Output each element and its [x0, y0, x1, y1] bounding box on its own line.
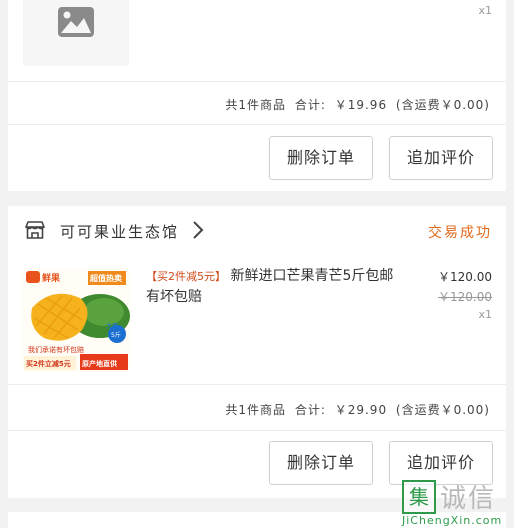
- summary-total-label: 合计:: [294, 403, 326, 417]
- divider: [8, 430, 506, 431]
- product-title[interactable]: 【买2件减5元】 新鲜进口芒果青芒5斤包邮 有坏包赔: [146, 266, 408, 308]
- item-quantity: x1: [478, 308, 492, 321]
- shop-name[interactable]: 可可果业生态馆: [60, 221, 179, 242]
- chevron-right-icon: [193, 221, 204, 239]
- bottom-right-text: 原产地直供: [82, 359, 117, 368]
- shop-header[interactable]: 可可果业生态馆 交易成功: [8, 206, 506, 256]
- order-card-1: x1 共1件商品 合计: ￥19.96 (含运费￥0.00) 删除订单 追加评价: [8, 0, 506, 191]
- image-placeholder-icon: [58, 7, 94, 37]
- weight-text: 5斤: [111, 331, 121, 339]
- product-thumbnail-placeholder[interactable]: [23, 0, 129, 66]
- summary-total: ￥29.90: [334, 403, 388, 417]
- summary-total: ￥19.96: [334, 98, 388, 112]
- product-original-price: ￥120.00: [438, 290, 492, 304]
- product-title-tag: 【买2件减5元】: [146, 270, 226, 283]
- bottom-left-text: 买2件立减5元: [26, 359, 71, 368]
- delete-order-button[interactable]: 删除订单: [269, 136, 373, 180]
- mango-product-image: 鲜果 超值热卖 5斤 大果 我们承诺有坏包赔 买2件立减5元 原产地直供: [22, 268, 130, 372]
- divider: [8, 81, 506, 82]
- item-quantity: x1: [478, 4, 492, 17]
- size-text: 大果: [106, 322, 118, 330]
- summary-shipping: (含运费￥0.00): [395, 98, 490, 112]
- store-icon: [25, 221, 45, 239]
- divider: [8, 124, 506, 125]
- divider: [8, 384, 506, 385]
- order-summary: 共1件商品 合计: ￥19.96 (含运费￥0.00): [221, 96, 490, 113]
- brand-text: 鲜果: [42, 272, 61, 284]
- product-price: ￥120.00: [438, 270, 492, 284]
- caption-text: 我们承诺有坏包赔: [28, 345, 84, 354]
- order-card-2: 可可果业生态馆 交易成功 鲜果 超值热卖 5斤 大果 我们承诺有坏包赔 买2件立…: [8, 206, 506, 498]
- product-thumbnail[interactable]: 鲜果 超值热卖 5斤 大果 我们承诺有坏包赔 买2件立减5元 原产地直供: [22, 268, 130, 372]
- add-review-button[interactable]: 追加评价: [389, 136, 493, 180]
- promo-top-text: 超值热卖: [89, 273, 122, 283]
- order-card-3: [8, 512, 506, 528]
- summary-total-label: 合计:: [294, 98, 326, 112]
- order-summary: 共1件商品 合计: ￥29.90 (含运费￥0.00): [221, 401, 490, 418]
- add-review-button[interactable]: 追加评价: [389, 441, 493, 485]
- order-status: 交易成功: [428, 225, 492, 241]
- summary-count: 共1件商品: [225, 98, 287, 112]
- summary-shipping: (含运费￥0.00): [395, 403, 490, 417]
- delete-order-button[interactable]: 删除订单: [269, 441, 373, 485]
- summary-count: 共1件商品: [225, 403, 287, 417]
